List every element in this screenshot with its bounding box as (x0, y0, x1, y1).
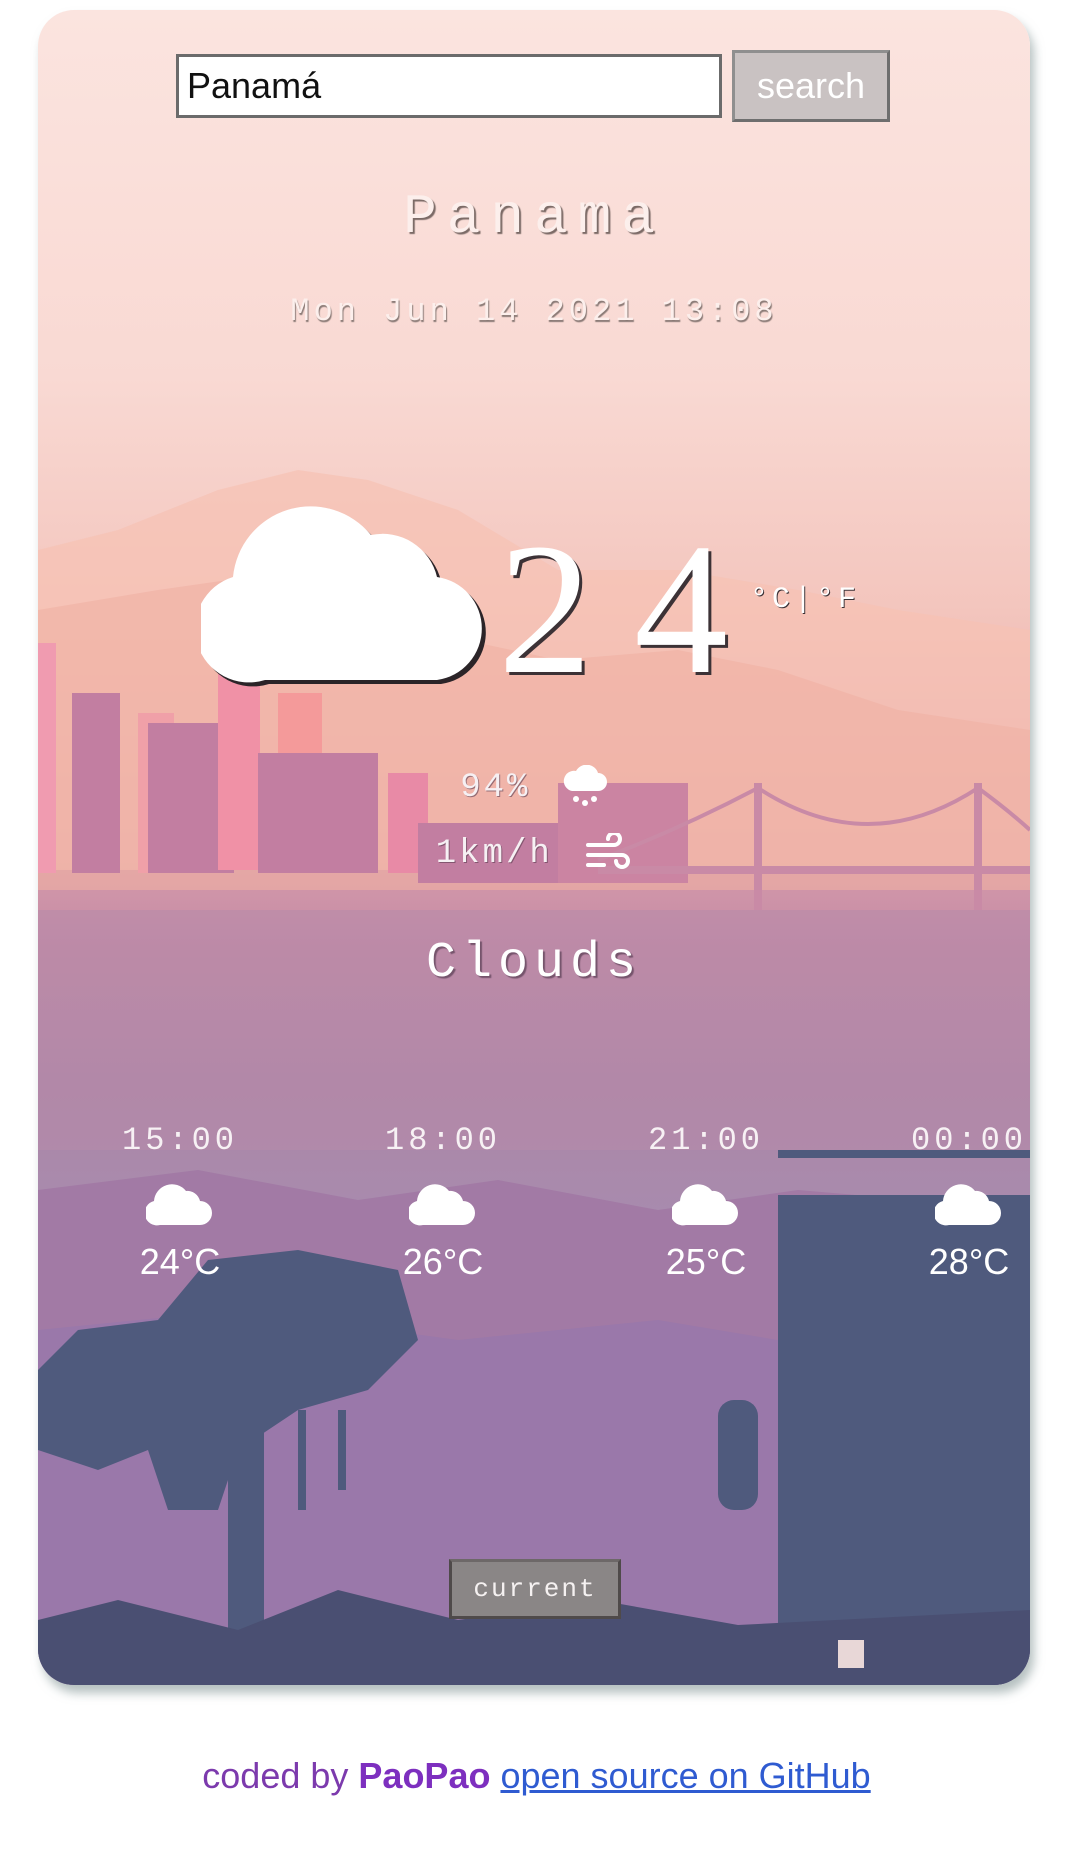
footer-prefix: coded by (202, 1755, 349, 1796)
search-button[interactable]: search (732, 50, 890, 122)
search-bar: search (176, 50, 890, 122)
cloud-icon (409, 1184, 475, 1226)
wind-value: 1km/h (435, 834, 553, 873)
footer-author: PaoPao (358, 1755, 491, 1796)
github-link[interactable]: open source on GitHub (500, 1755, 870, 1796)
forecast-temperature: 26°C (402, 1241, 484, 1282)
current-datetime: Mon Jun 14 2021 13:08 (290, 293, 778, 330)
wind-row: 1km/h (38, 831, 1030, 873)
weather-condition: Clouds (425, 935, 643, 992)
forecast-time: 21:00 (647, 1122, 764, 1159)
rain-icon (563, 764, 607, 806)
cloud-icon (146, 1184, 212, 1226)
forecast-temperature: 28°C (928, 1241, 1010, 1282)
unit-toggle[interactable]: °C|°F (750, 583, 860, 617)
forecast-item: 21:00 25°C (606, 1122, 806, 1283)
wind-icon (586, 831, 631, 869)
forecast-item: 15:00 24°C (80, 1122, 280, 1283)
forecast-time: 15:00 (121, 1122, 238, 1159)
humidity-row: 94% (38, 764, 1030, 809)
forecast-temperature: 25°C (665, 1241, 747, 1282)
city-search-input[interactable] (176, 54, 722, 118)
forecast-list: 15:00 24°C 18:00 26°C 21:00 25°C 00:00 2… (38, 1122, 1030, 1322)
forecast-time: 00:00 (910, 1122, 1027, 1159)
footer: coded by PaoPao open source on GitHub (0, 1755, 1073, 1797)
humidity-value: 94% (460, 768, 531, 807)
forecast-time: 18:00 (384, 1122, 501, 1159)
cloud-icon (672, 1184, 738, 1226)
current-button[interactable]: current (449, 1559, 621, 1619)
weather-card: search Panama Mon Jun 14 2021 13:08 24 °… (38, 10, 1030, 1685)
cloud-icon (201, 506, 486, 687)
forecast-item: 18:00 26°C (343, 1122, 543, 1283)
forecast-temperature: 24°C (139, 1241, 221, 1282)
forecast-item: 00:00 28°C (869, 1122, 1030, 1283)
cloud-icon (935, 1184, 1001, 1226)
city-name: Panama (403, 185, 665, 249)
current-temperature: 24 (498, 504, 770, 713)
